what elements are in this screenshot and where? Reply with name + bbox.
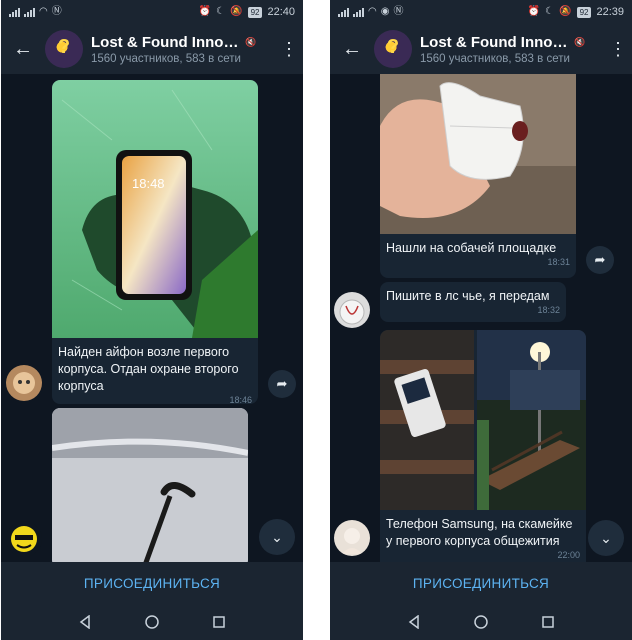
wifi-icon: ◠ [39,6,48,17]
vertical-dots-icon: ⋮ [280,38,298,59]
phone-screen-right: ◠ ◉ Ⓝ ⏰ ☾ 🔕 92 22:39 ← Lost & Found Inno… [330,0,632,640]
share-button[interactable]: ➦ [268,370,296,398]
share-arrow-icon: ➦ [594,252,606,267]
muted-icon: 🔇 [574,36,586,47]
more-menu-button[interactable]: ⋮ [275,39,303,60]
message-bubble[interactable]: Пишите в лс чье, я передам 18:32 [380,282,566,322]
chevron-down-icon: ⌄ [271,529,283,545]
android-nav-bar [330,604,632,640]
scroll-down-button[interactable]: ⌄ [259,519,295,555]
signal-icon [353,7,364,17]
alarm-icon: ⏰ [198,6,212,17]
chevron-down-icon: ⌄ [600,530,612,546]
chat-title-block[interactable]: Lost & Found Innop... 🔇 1560 участников,… [420,34,604,65]
signal-icon [338,7,349,17]
battery-icon: 92 [576,6,592,18]
chat-header: ← Lost & Found Innop... 🔇 1560 участнико… [330,24,632,74]
photo-cane-in-snow[interactable] [52,408,248,562]
message-text: Телефон Samsung, на скамейке у первого к… [386,517,573,548]
message-list[interactable]: 18:48 Найден айфон возле первого корпуса… [1,74,303,562]
mute-icon: 🔕 [230,6,243,17]
join-button[interactable]: ПРИСОЕДИНИТЬСЯ [1,562,303,604]
nfc-icon: Ⓝ [393,6,404,17]
message-text: Нашли на собачей площадке [386,241,557,255]
battery-icon: 92 [247,6,263,18]
chat-title: Lost & Found Innop... [420,33,570,51]
moon-icon: ☾ [545,6,555,17]
sender-avatar[interactable] [334,520,370,556]
signal-icon [24,7,35,17]
home-circle-icon [145,615,159,629]
join-button[interactable]: ПРИСОЕДИНИТЬСЯ [330,562,632,604]
clock: 22:40 [267,6,295,18]
sender-avatar[interactable] [334,292,370,328]
clock: 22:39 [596,6,624,18]
photo-samsung-on-bench[interactable] [380,330,586,510]
status-bar: ◠ Ⓝ ⏰ ☾ 🔕 92 22:40 [1,0,303,24]
recents-square-icon [542,616,555,628]
svg-text:18:48: 18:48 [132,176,165,191]
message-bubble[interactable]: Нашли на собачей площадке 18:31 [380,74,576,278]
sender-avatar[interactable] [6,365,42,401]
nav-recents-button[interactable] [204,610,234,634]
message-text: Пишите в лс чье, я передам [386,289,550,303]
back-triangle-icon [79,615,90,629]
alarm-icon: ⏰ [527,6,541,17]
muted-icon: 🔇 [245,36,257,47]
photo-airpods[interactable] [380,74,576,234]
arrow-left-icon: ← [342,37,362,60]
sender-avatar[interactable] [6,521,42,557]
share-arrow-icon: ➦ [276,376,288,391]
nav-back-button[interactable] [70,610,100,634]
chat-title-block[interactable]: Lost & Found Innop... 🔇 1560 участников,… [91,34,275,65]
share-button[interactable]: ➦ [586,246,614,274]
group-avatar[interactable] [45,30,83,68]
nav-back-button[interactable] [399,610,429,634]
more-menu-button[interactable]: ⋮ [604,39,632,60]
message-bubble[interactable] [52,408,248,562]
home-circle-icon [474,615,488,629]
message-time: 18:32 [537,305,560,315]
eye-icon: ◉ [380,6,390,17]
message-time: 22:00 [557,550,580,560]
android-nav-bar [1,604,303,640]
group-avatar[interactable] [374,30,412,68]
message-list[interactable]: Нашли на собачей площадке 18:31 ➦ Пишите… [330,74,632,562]
scroll-down-button[interactable]: ⌄ [588,520,624,556]
message-time: 18:46 [229,395,252,404]
mute-icon: 🔕 [559,6,572,17]
phone-screen-left: ◠ Ⓝ ⏰ ☾ 🔕 92 22:40 ← Lost & Found Innop.… [1,0,303,640]
chat-subtitle: 1560 участников, 583 в сети [91,52,241,65]
vertical-dots-icon: ⋮ [609,38,627,59]
back-button[interactable]: ← [1,38,45,61]
recents-square-icon [213,616,226,628]
signal-icon [9,7,20,17]
chat-title: Lost & Found Innop... [91,33,241,51]
back-button[interactable]: ← [330,38,374,61]
wifi-icon: ◠ [368,6,377,17]
nfc-icon: Ⓝ [51,6,62,17]
moon-icon: ☾ [216,6,226,17]
chat-header: ← Lost & Found Innop... 🔇 1560 участнико… [1,24,303,74]
message-text: Найден айфон возле первого корпуса. Отда… [58,345,239,393]
nav-home-button[interactable] [466,610,496,634]
arrow-left-icon: ← [13,37,33,60]
message-bubble[interactable]: 18:48 Найден айфон возле первого корпуса… [52,80,258,404]
status-bar: ◠ ◉ Ⓝ ⏰ ☾ 🔕 92 22:39 [330,0,632,24]
photo-iphone[interactable]: 18:48 [52,80,258,338]
back-triangle-icon [408,615,419,629]
message-bubble[interactable]: Телефон Samsung, на скамейке у первого к… [380,330,586,562]
message-time: 18:31 [547,257,570,267]
chat-subtitle: 1560 участников, 583 в сети [420,52,570,65]
nav-home-button[interactable] [137,610,167,634]
nav-recents-button[interactable] [533,610,563,634]
